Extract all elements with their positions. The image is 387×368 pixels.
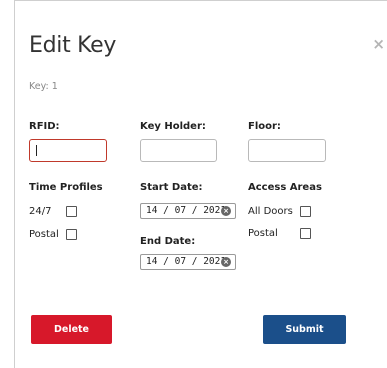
clear-circle-icon[interactable]: × [221,257,231,267]
start-date-input[interactable]: 14 / 07 / 2021 × [140,203,236,219]
key-holder-input[interactable] [140,139,217,162]
modal-title: Edit Key [29,33,117,58]
delete-button[interactable]: Delete [31,315,112,344]
access-area-postal-checkbox[interactable] [300,228,311,239]
key-id-label: Key: 1 [29,81,58,92]
end-date-value: 14 / 07 / 2021 [146,256,227,267]
time-profile-24-7-checkbox[interactable] [66,206,77,217]
end-date-input[interactable]: 14 / 07 / 2021 × [140,254,236,270]
floor-input[interactable] [248,139,326,162]
submit-button[interactable]: Submit [263,315,346,344]
access-area-option-label: Postal [248,228,278,239]
rfid-label: RFID: [29,121,60,132]
access-area-option-label: All Doors [248,206,293,217]
start-date-value: 14 / 07 / 2021 [146,205,227,216]
access-area-all-doors-checkbox[interactable] [300,206,311,217]
key-holder-label: Key Holder: [140,121,206,132]
time-profile-postal-checkbox[interactable] [66,229,77,240]
floor-label: Floor: [248,121,281,132]
clear-circle-icon[interactable]: × [221,206,231,216]
start-date-label: Start Date: [140,182,203,193]
rfid-input[interactable] [29,139,107,162]
text-caret [36,145,37,156]
time-profile-option-label: Postal [29,229,59,240]
time-profiles-label: Time Profiles [29,182,103,193]
end-date-label: End Date: [140,236,196,247]
close-icon[interactable]: × [372,37,385,52]
edit-key-modal: Edit Key × Key: 1 RFID: Key Holder: Floo… [14,0,387,368]
access-areas-label: Access Areas [248,182,322,193]
time-profile-option-label: 24/7 [29,206,52,217]
